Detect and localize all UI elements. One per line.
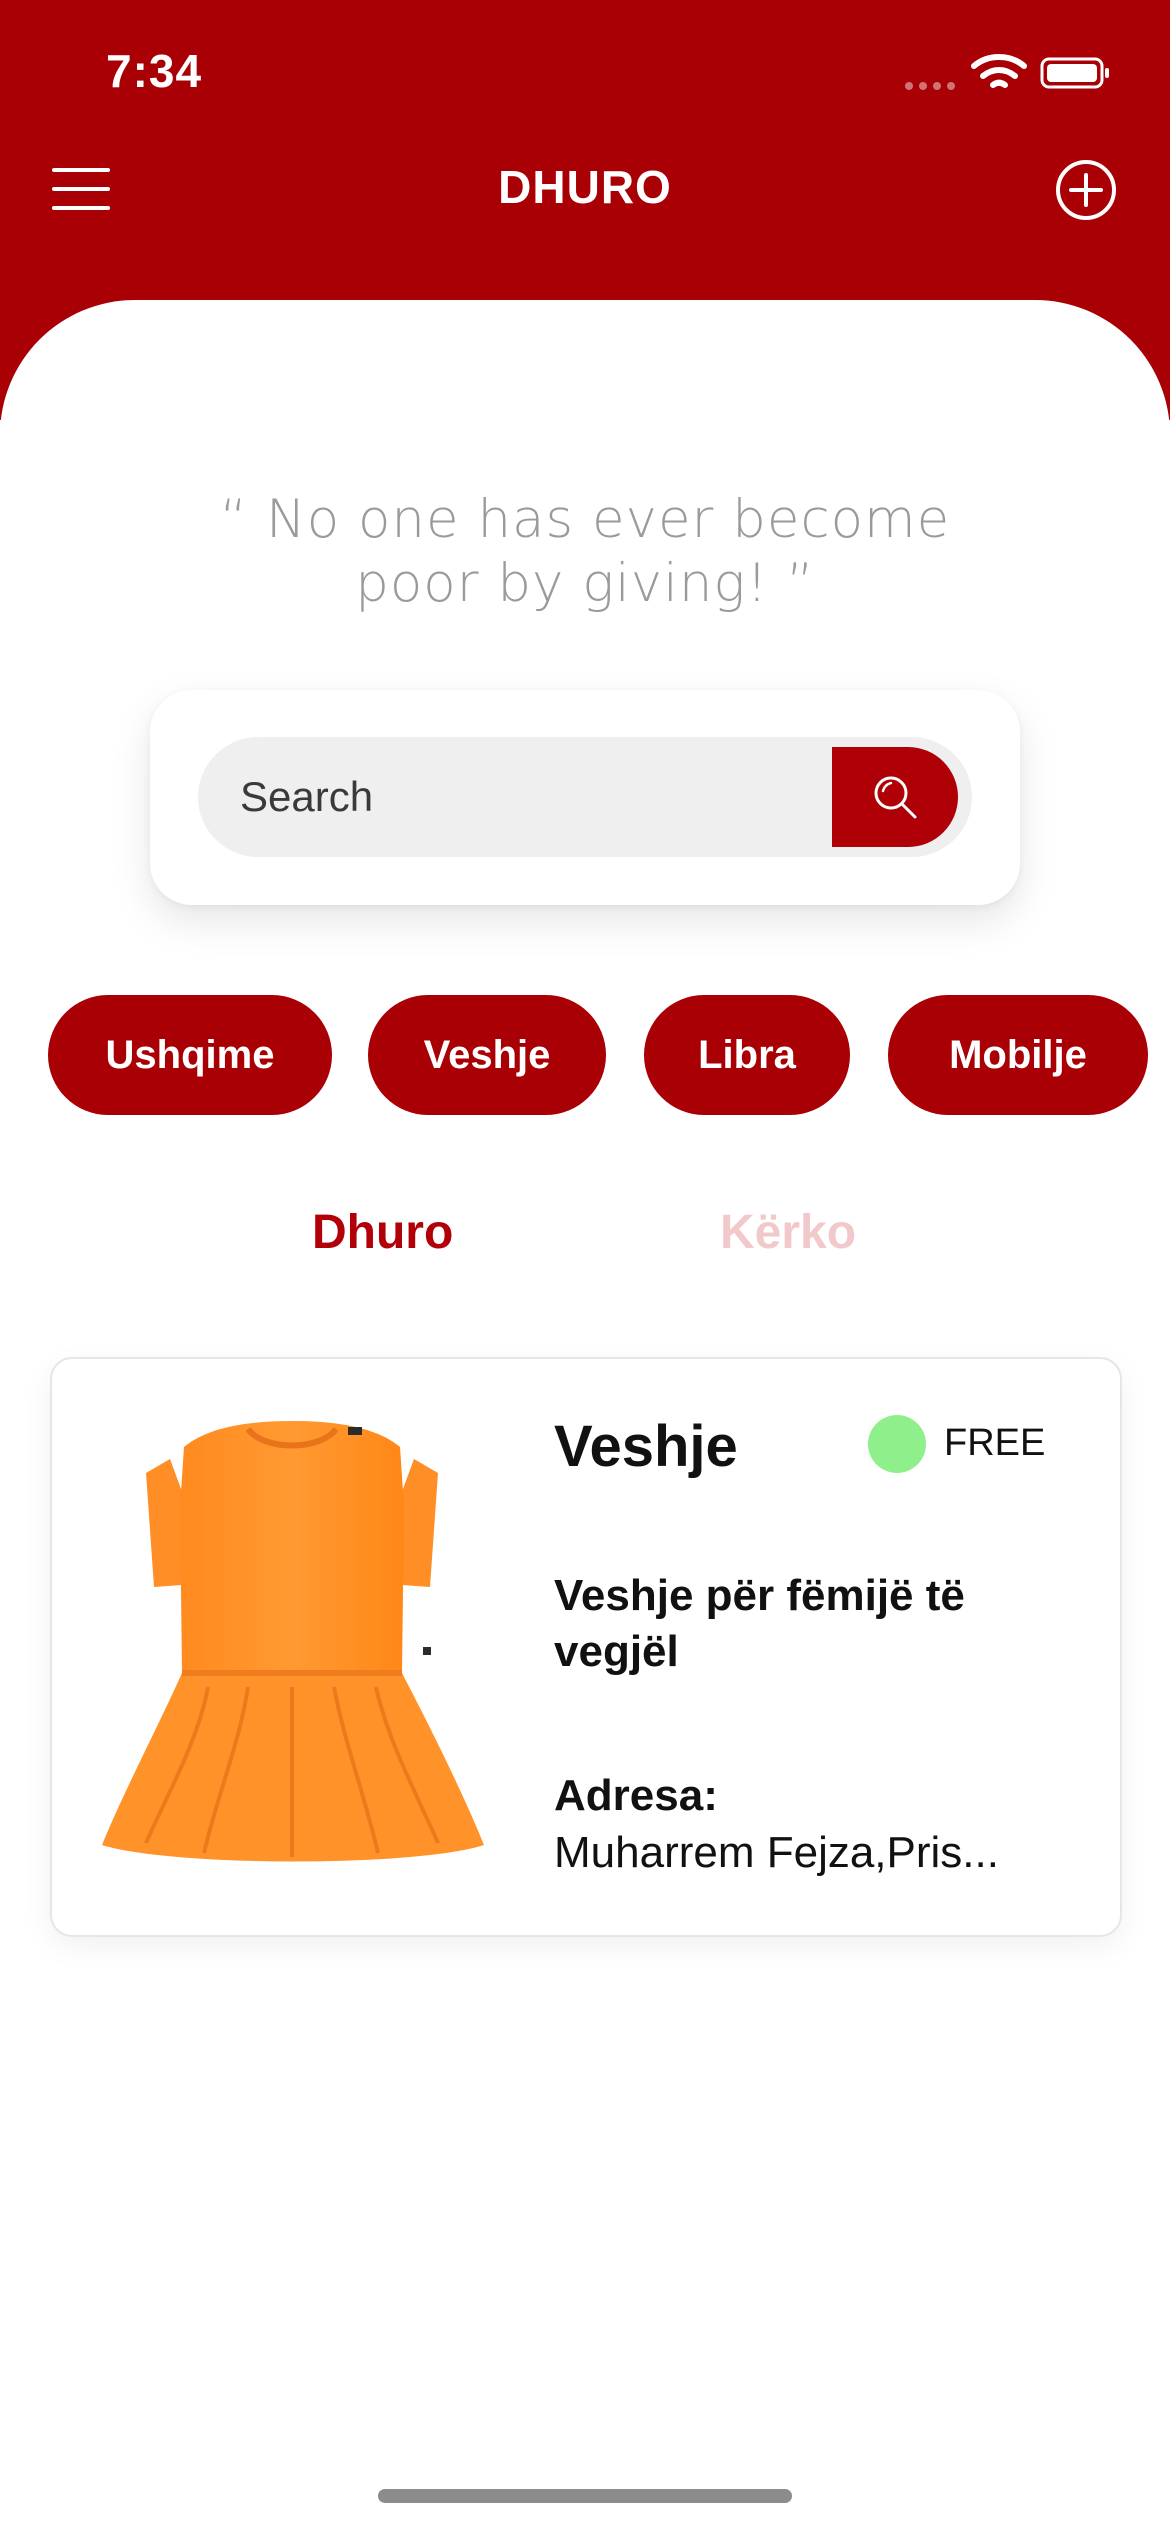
battery-icon [1040, 57, 1109, 89]
page-title: DHURO [498, 161, 672, 213]
search-button[interactable] [832, 747, 958, 847]
address-value: Muharrem Fejza,Pris... [554, 1828, 999, 1877]
tab-kerko[interactable]: Kërko [720, 1205, 856, 1260]
status-badge: FREE [944, 1422, 1046, 1464]
tab-dhuro[interactable]: Dhuro [312, 1205, 453, 1260]
address-label: Adresa: [554, 1771, 718, 1820]
product-image [102, 1421, 484, 1862]
listing-description: Veshje për fëmijë të vegjël [554, 1571, 965, 1676]
listing-title: Veshje [554, 1414, 738, 1479]
segment-tabs: Dhuro Kërko [0, 1205, 1170, 1275]
add-icon[interactable] [1055, 159, 1117, 221]
category-chip-mobilje[interactable]: Mobilje [888, 995, 1148, 1115]
category-chip-veshje[interactable]: Veshje [368, 995, 606, 1115]
wifi-icon [971, 54, 1027, 88]
search-icon [874, 776, 917, 819]
category-chips: Ushqime Veshje Libra Mobilje [48, 995, 1148, 1115]
app-screen: 7:34 DHURO “ No one has ever become poor… [0, 0, 1170, 2532]
status-indicator [868, 1415, 926, 1473]
quote-text: “ No one has ever become poor by giving!… [219, 489, 951, 614]
search-bar [198, 737, 972, 857]
signal-icon [905, 82, 955, 90]
listing-card[interactable]: Veshje FREE Veshje për fëmijë të vegjël … [50, 1357, 1122, 1937]
home-indicator [378, 2489, 792, 2503]
search-card [150, 690, 1020, 905]
status-time: 7:34 [106, 45, 203, 97]
category-chip-libra[interactable]: Libra [644, 995, 850, 1115]
search-input[interactable] [198, 737, 860, 857]
category-chip-ushqime[interactable]: Ushqime [48, 995, 332, 1115]
